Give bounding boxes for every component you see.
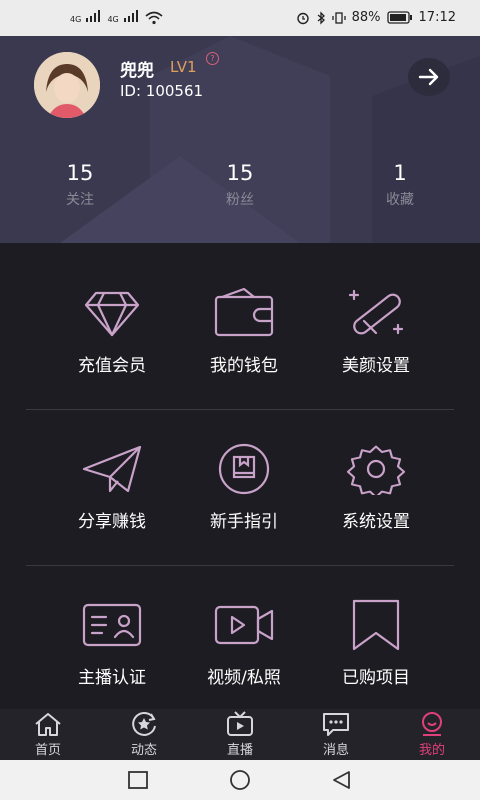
signal-1-label: 4G [70, 15, 82, 24]
cell-signal-2-icon: 4G [107, 10, 138, 26]
arrow-right-icon [418, 68, 439, 86]
video-camera-icon [214, 605, 274, 645]
status-bar: 4G 4G 88% 17:12 [0, 0, 480, 36]
guide-book-icon [218, 443, 270, 495]
bottom-tab-bar: 首页 动态 直播 消息 我的 [0, 709, 480, 760]
username: 兜兜 [120, 61, 154, 81]
cell-signal-icon: 4G [70, 10, 101, 26]
user-id: ID: 100561 [120, 82, 204, 100]
diamond-icon [84, 291, 140, 337]
menu-purchased-items[interactable]: 已购项目 [296, 555, 456, 711]
menu-row: 充值会员 我的钱包 美颜设置 [0, 243, 480, 399]
chat-bubble-icon [323, 713, 349, 736]
wifi-icon [145, 11, 163, 25]
tab-label: 首页 [34, 743, 61, 758]
gear-icon [346, 445, 406, 495]
menu-row: 主播认证 视频/私照 已购项目 [0, 555, 480, 711]
recent-apps-icon[interactable] [128, 771, 148, 789]
system-nav-bar [0, 760, 480, 800]
battery-icon [386, 11, 412, 24]
menu-beauty-settings[interactable]: 美颜设置 [296, 243, 456, 399]
tab-live[interactable]: 直播 [192, 709, 288, 760]
home-circle-icon[interactable] [229, 770, 251, 790]
help-icon[interactable]: ? [206, 52, 219, 65]
signal-2-label: 4G [107, 15, 119, 24]
stat-value: 15 [226, 161, 254, 185]
stat-fans[interactable]: 15 粉丝 [180, 161, 300, 209]
beauty-wand-icon [348, 289, 404, 335]
profile-header: 兜兜 LV1 ? ID: 100561 15 关注 15 粉丝 1 收藏 [0, 36, 480, 243]
profile-detail-button[interactable] [408, 58, 450, 96]
menu-label: 系统设置 [342, 512, 410, 532]
stat-following[interactable]: 15 关注 [20, 161, 140, 209]
star-refresh-icon [132, 712, 156, 736]
battery-percent: 88% [351, 10, 381, 25]
clock: 17:12 [418, 10, 456, 25]
stat-value: 15 [66, 161, 94, 185]
level-badge: LV1 [170, 58, 197, 76]
bluetooth-icon [317, 10, 325, 25]
stat-value: 1 [393, 161, 407, 185]
tab-messages[interactable]: 消息 [288, 709, 384, 760]
stat-label: 关注 [66, 192, 94, 208]
tab-moments[interactable]: 动态 [96, 709, 192, 760]
avatar[interactable] [34, 52, 100, 118]
vibrate-icon [331, 11, 346, 24]
paper-plane-icon [82, 445, 142, 493]
tab-label: 消息 [322, 743, 349, 758]
tab-label: 我的 [418, 743, 445, 758]
stat-label: 收藏 [386, 192, 414, 208]
bookmark-icon [352, 599, 400, 651]
tab-label: 动态 [130, 743, 157, 758]
tab-home[interactable]: 首页 [0, 709, 96, 760]
wallet-icon [214, 287, 274, 337]
tab-label: 直播 [226, 743, 253, 758]
id-card-icon [82, 603, 142, 647]
home-icon [35, 713, 61, 736]
alarm-icon [296, 12, 309, 24]
tv-icon [227, 711, 253, 736]
menu-label: 美颜设置 [342, 356, 410, 376]
back-icon[interactable] [331, 770, 351, 790]
profile-icon [422, 712, 442, 736]
menu-grid: 充值会员 我的钱包 美颜设置 分享赚钱 新手指引 系统设置 主播认证 视频/私照… [0, 243, 480, 709]
tab-mine[interactable]: 我的 [384, 709, 480, 760]
stat-label: 粉丝 [226, 192, 254, 208]
stat-favorites[interactable]: 1 收藏 [340, 161, 460, 209]
menu-system-settings[interactable]: 系统设置 [296, 399, 456, 555]
menu-label: 已购项目 [342, 668, 410, 688]
menu-row: 分享赚钱 新手指引 系统设置 [0, 399, 480, 555]
